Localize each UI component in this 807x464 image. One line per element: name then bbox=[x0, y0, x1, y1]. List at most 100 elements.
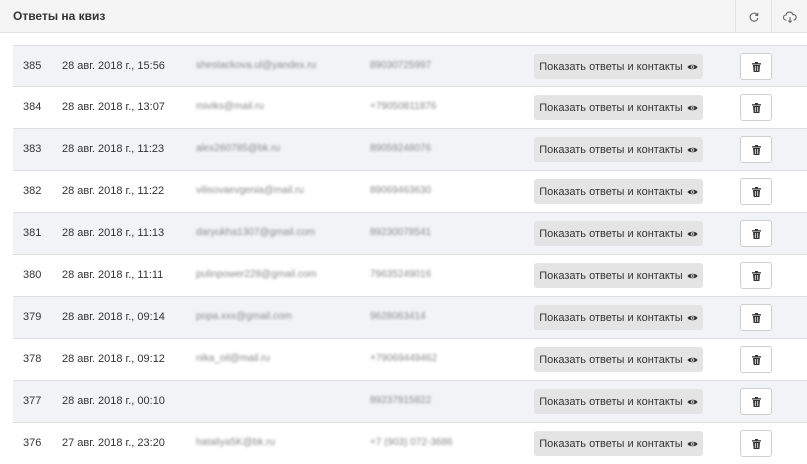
delete-button[interactable] bbox=[740, 94, 772, 121]
answer-id: 376 bbox=[23, 437, 42, 449]
delete-button[interactable] bbox=[740, 178, 772, 205]
eye-icon bbox=[687, 399, 698, 404]
answer-phone: 9628063414 bbox=[370, 311, 426, 322]
answer-date: 28 авг. 2018 г., 09:14 bbox=[62, 311, 165, 323]
cloud-download-icon bbox=[782, 11, 797, 23]
show-answers-label: Показать ответы и контакты bbox=[539, 269, 683, 282]
answer-id: 384 bbox=[23, 101, 42, 113]
trash-icon bbox=[751, 186, 761, 197]
answer-phone: 89030725997 bbox=[370, 60, 432, 71]
table-row: 379 28 авг. 2018 г., 09:14 popa.xxx@gmai… bbox=[13, 297, 807, 339]
show-answers-label: Показать ответы и контакты bbox=[539, 395, 683, 408]
delete-button[interactable] bbox=[740, 220, 772, 247]
trash-icon bbox=[751, 354, 761, 365]
show-answers-label: Показать ответы и контакты bbox=[539, 311, 683, 324]
answer-id: 381 bbox=[23, 227, 42, 239]
show-answers-label: Показать ответы и контакты bbox=[539, 60, 683, 73]
answer-date: 28 авг. 2018 г., 11:11 bbox=[62, 269, 164, 281]
show-answers-button[interactable]: Показать ответы и контакты bbox=[534, 431, 703, 456]
table-row: 380 28 авг. 2018 г., 11:11 pulinpower228… bbox=[13, 255, 807, 297]
trash-icon bbox=[751, 228, 761, 239]
answer-email: alex260785@bk.ru bbox=[196, 143, 281, 154]
show-answers-button[interactable]: Показать ответы и контакты bbox=[534, 347, 703, 372]
quiz-answers-panel: Ответы на квиз 385 28 авг. 2018 г., 15:5… bbox=[0, 0, 807, 464]
answer-phone: +79050811876 bbox=[370, 101, 437, 112]
answer-date: 27 авг. 2018 г., 23:20 bbox=[62, 437, 165, 449]
answer-id: 385 bbox=[23, 60, 42, 72]
answer-id: 377 bbox=[23, 395, 42, 407]
delete-button[interactable] bbox=[740, 53, 772, 80]
show-answers-label: Показать ответы и контакты bbox=[539, 185, 683, 198]
table-row: 384 28 авг. 2018 г., 13:07 miviks@mail.r… bbox=[13, 87, 807, 129]
answer-phone: 89059248076 bbox=[370, 143, 432, 154]
delete-button[interactable] bbox=[740, 262, 772, 289]
show-answers-label: Показать ответы и контакты bbox=[539, 227, 683, 240]
show-answers-button[interactable]: Показать ответы и контакты bbox=[534, 221, 703, 246]
answer-phone: 79635249016 bbox=[370, 269, 432, 280]
answer-date: 28 авг. 2018 г., 09:12 bbox=[62, 353, 165, 365]
refresh-icon bbox=[749, 12, 759, 22]
eye-icon bbox=[687, 105, 698, 110]
answer-id: 382 bbox=[23, 185, 42, 197]
show-answers-button[interactable]: Показать ответы и контакты bbox=[534, 95, 703, 120]
answer-date: 28 авг. 2018 г., 11:23 bbox=[62, 143, 165, 155]
page-title: Ответы на квиз bbox=[13, 9, 106, 23]
show-answers-button[interactable]: Показать ответы и контакты bbox=[534, 305, 703, 330]
show-answers-button[interactable]: Показать ответы и контакты bbox=[534, 54, 703, 79]
answer-id: 383 bbox=[23, 143, 42, 155]
table-row: 378 28 авг. 2018 г., 09:12 nika_oil@mail… bbox=[13, 339, 807, 381]
answer-id: 378 bbox=[23, 353, 42, 365]
answer-phone: 89069463630 bbox=[370, 185, 432, 196]
answer-phone: 89230078541 bbox=[370, 227, 432, 238]
answer-email: hataliya5K@bk.ru bbox=[196, 437, 276, 448]
trash-icon bbox=[751, 396, 761, 407]
answers-table: 385 28 авг. 2018 г., 15:56 shestackova.u… bbox=[13, 45, 807, 464]
eye-icon bbox=[687, 189, 698, 194]
show-answers-button[interactable]: Показать ответы и контакты bbox=[534, 389, 703, 414]
table-row: 383 28 авг. 2018 г., 11:23 alex260785@bk… bbox=[13, 129, 807, 171]
answer-phone: +7 (903) 072-3686 bbox=[370, 437, 453, 448]
answer-phone: +79069449462 bbox=[370, 353, 438, 364]
download-button[interactable] bbox=[771, 0, 807, 33]
answer-email: miviks@mail.ru bbox=[196, 101, 264, 112]
eye-icon bbox=[687, 64, 698, 69]
answer-email: daryukha1307@gmail.com bbox=[196, 227, 316, 238]
show-answers-label: Показать ответы и контакты bbox=[539, 143, 683, 156]
delete-button[interactable] bbox=[740, 346, 772, 373]
answer-date: 28 авг. 2018 г., 11:13 bbox=[62, 227, 165, 239]
eye-icon bbox=[687, 441, 698, 446]
trash-icon bbox=[751, 102, 761, 113]
answer-email: vilisovaevgenia@mail.ru bbox=[196, 185, 304, 196]
eye-icon bbox=[687, 273, 698, 278]
table-row: 376 27 авг. 2018 г., 23:20 hataliya5K@bk… bbox=[13, 423, 807, 464]
eye-icon bbox=[687, 147, 698, 152]
table-row: 385 28 авг. 2018 г., 15:56 shestackova.u… bbox=[13, 45, 807, 87]
answer-id: 379 bbox=[23, 311, 42, 323]
answer-date: 28 авг. 2018 г., 11:22 bbox=[62, 185, 165, 197]
trash-icon bbox=[751, 312, 761, 323]
trash-icon bbox=[751, 270, 761, 281]
eye-icon bbox=[687, 231, 698, 236]
table-row: 382 28 авг. 2018 г., 11:22 vilisovaevgen… bbox=[13, 171, 807, 213]
delete-button[interactable] bbox=[740, 136, 772, 163]
answer-email: popa.xxx@gmail.com bbox=[196, 311, 292, 322]
answer-email: nika_oil@mail.ru bbox=[196, 353, 271, 364]
show-answers-label: Показать ответы и контакты bbox=[539, 437, 683, 450]
answer-id: 380 bbox=[23, 269, 42, 281]
delete-button[interactable] bbox=[740, 388, 772, 415]
answer-date: 28 авг. 2018 г., 13:07 bbox=[62, 101, 165, 113]
show-answers-button[interactable]: Показать ответы и контакты bbox=[534, 179, 703, 204]
answer-date: 28 авг. 2018 г., 00:10 bbox=[62, 395, 165, 407]
eye-icon bbox=[687, 315, 698, 320]
show-answers-label: Показать ответы и контакты bbox=[539, 101, 683, 114]
answer-phone: 89237915822 bbox=[370, 395, 432, 406]
show-answers-button[interactable]: Показать ответы и контакты bbox=[534, 137, 703, 162]
delete-button[interactable] bbox=[740, 430, 772, 457]
answer-email: pulinpower228@gmail.com bbox=[196, 269, 317, 280]
refresh-button[interactable] bbox=[735, 0, 771, 33]
answer-email: shestackova.ul@yandex.ru bbox=[196, 60, 317, 71]
show-answers-button[interactable]: Показать ответы и контакты bbox=[534, 263, 703, 288]
answer-date: 28 авг. 2018 г., 15:56 bbox=[62, 60, 165, 72]
table-row: 381 28 авг. 2018 г., 11:13 daryukha1307@… bbox=[13, 213, 807, 255]
delete-button[interactable] bbox=[740, 304, 772, 331]
